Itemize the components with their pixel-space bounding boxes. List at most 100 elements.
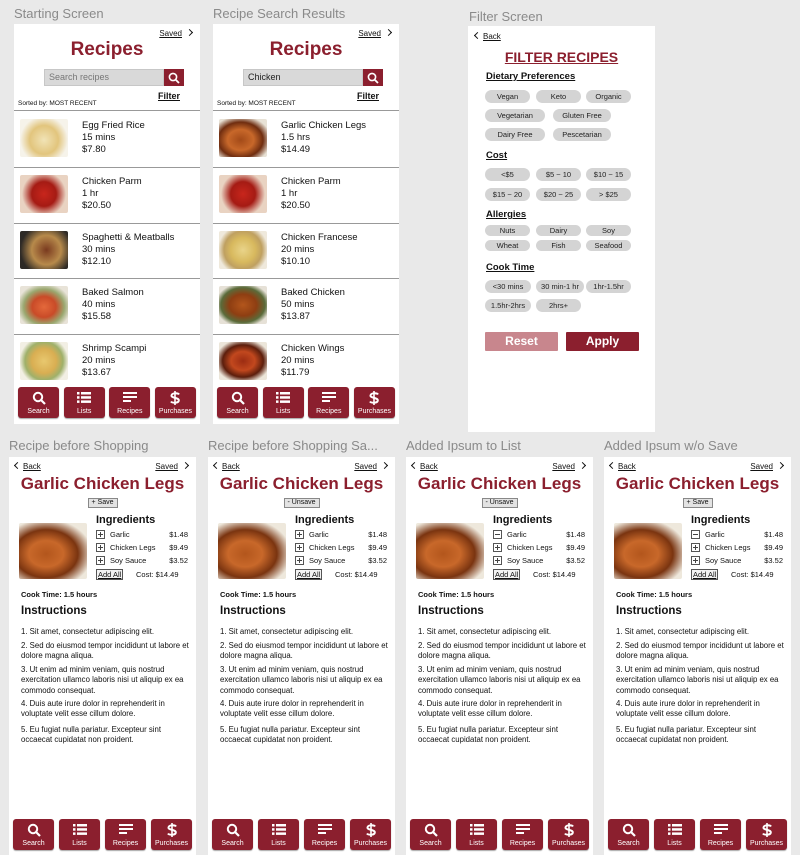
- filter-chip[interactable]: Vegan: [485, 90, 530, 103]
- unsave-button[interactable]: - Unsave: [283, 498, 320, 508]
- back-link[interactable]: Back: [13, 461, 41, 471]
- search-button[interactable]: [164, 69, 184, 86]
- filter-chip[interactable]: > $25: [586, 188, 631, 201]
- filter-chip[interactable]: Fish: [536, 240, 581, 251]
- recipe-row[interactable]: Shrimp Scampi 20 mins $13.67: [14, 335, 200, 389]
- add-checkbox[interactable]: [96, 530, 105, 539]
- filter-chip[interactable]: Pescetarian: [553, 128, 611, 141]
- filter-chip[interactable]: $5 ~ 10: [536, 168, 581, 181]
- filter-chip[interactable]: Soy: [586, 225, 631, 236]
- add-checkbox[interactable]: [295, 556, 304, 565]
- filter-chip[interactable]: $20 ~ 25: [536, 188, 581, 201]
- add-checkbox[interactable]: [691, 556, 700, 565]
- instruction-step: 4. Duis aute irure dolor in reprehenderi…: [21, 699, 165, 719]
- add-all-button[interactable]: Add All: [493, 569, 521, 580]
- reset-button[interactable]: Reset: [485, 332, 558, 351]
- filter-chip[interactable]: 2hrs+: [536, 299, 581, 312]
- add-checkbox[interactable]: [295, 543, 304, 552]
- tab-recipes[interactable]: Recipes: [304, 819, 345, 850]
- tab-lists[interactable]: Lists: [654, 819, 695, 850]
- tab-search[interactable]: Search: [410, 819, 451, 850]
- back-link[interactable]: Back: [608, 461, 636, 471]
- add-checkbox[interactable]: [493, 543, 502, 552]
- add-checkbox[interactable]: [96, 543, 105, 552]
- search-button[interactable]: [363, 69, 383, 86]
- recipe-row[interactable]: Spaghetti & Meatballs 30 mins $12.10: [14, 224, 200, 278]
- tab-search[interactable]: Search: [608, 819, 649, 850]
- add-all-button[interactable]: Add All: [691, 569, 719, 580]
- tab-lists[interactable]: Lists: [59, 819, 100, 850]
- recipe-row[interactable]: Chicken Francese 20 mins $10.10: [213, 224, 399, 278]
- filter-chip[interactable]: <30 mins: [485, 280, 531, 293]
- tab-purchases[interactable]: Purchases: [548, 819, 589, 850]
- tab-recipes[interactable]: Recipes: [308, 387, 350, 418]
- recipe-row[interactable]: Baked Chicken 50 mins $13.87: [213, 279, 399, 333]
- filter-link[interactable]: Filter: [357, 91, 379, 101]
- filter-chip[interactable]: Seafood: [586, 240, 631, 251]
- tab-purchases[interactable]: Purchases: [353, 387, 395, 418]
- saved-link[interactable]: Saved: [155, 461, 190, 471]
- filter-chip[interactable]: $15 ~ 20: [485, 188, 530, 201]
- filter-chip[interactable]: $10 ~ 15: [586, 168, 631, 181]
- recipe-row[interactable]: Chicken Wings 20 mins $11.79: [213, 335, 399, 389]
- filter-chip[interactable]: Vegetarian: [485, 109, 545, 122]
- add-checkbox[interactable]: [493, 556, 502, 565]
- recipe-row[interactable]: Egg Fried Rice 15 mins $7.80: [14, 112, 200, 166]
- filter-chip[interactable]: Nuts: [485, 225, 530, 236]
- tab-lists[interactable]: Lists: [63, 387, 105, 418]
- recipe-row[interactable]: Garlic Chicken Legs 1.5 hrs $14.49: [213, 112, 399, 166]
- ingredient-price: $1.48: [169, 530, 188, 539]
- total-cost: Cost: $14.49: [335, 570, 378, 579]
- apply-button[interactable]: Apply: [566, 332, 639, 351]
- back-link[interactable]: Back: [473, 31, 501, 41]
- add-all-button[interactable]: Add All: [96, 569, 124, 580]
- tab-lists[interactable]: Lists: [262, 387, 304, 418]
- save-button[interactable]: + Save: [682, 498, 713, 508]
- tab-recipes[interactable]: Recipes: [700, 819, 741, 850]
- recipe-row[interactable]: Baked Salmon 40 mins $15.58: [14, 279, 200, 333]
- filter-chip[interactable]: 1.5hr-2hrs: [485, 299, 531, 312]
- saved-link[interactable]: Saved: [552, 461, 587, 471]
- saved-link[interactable]: Saved: [354, 461, 389, 471]
- back-link[interactable]: Back: [410, 461, 438, 471]
- tab-lists[interactable]: Lists: [258, 819, 299, 850]
- filter-chip[interactable]: 30 min-1 hr: [536, 280, 584, 293]
- filter-chip[interactable]: Gluten Free: [553, 109, 611, 122]
- tab-lists[interactable]: Lists: [456, 819, 497, 850]
- search-input[interactable]: Search recipes: [44, 69, 164, 86]
- tab-search[interactable]: Search: [18, 387, 59, 418]
- filter-link[interactable]: Filter: [158, 91, 180, 101]
- tab-recipes[interactable]: Recipes: [109, 387, 151, 418]
- filter-chip[interactable]: Organic: [586, 90, 631, 103]
- search-input[interactable]: Chicken: [243, 69, 363, 86]
- back-link[interactable]: Back: [212, 461, 240, 471]
- remove-checkbox[interactable]: [493, 530, 502, 539]
- add-checkbox[interactable]: [691, 543, 700, 552]
- add-checkbox[interactable]: [295, 530, 304, 539]
- add-checkbox[interactable]: [96, 556, 105, 565]
- filter-chip[interactable]: Dairy Free: [485, 128, 545, 141]
- recipe-row[interactable]: Chicken Parm 1 hr $20.50: [14, 168, 200, 222]
- saved-link[interactable]: Saved: [750, 461, 785, 471]
- tab-recipes[interactable]: Recipes: [502, 819, 543, 850]
- unsave-button[interactable]: - Unsave: [481, 498, 518, 508]
- filter-chip[interactable]: Keto: [536, 90, 581, 103]
- filter-chip[interactable]: <$5: [485, 168, 530, 181]
- tab-search[interactable]: Search: [217, 387, 258, 418]
- tab-purchases[interactable]: Purchases: [350, 819, 391, 850]
- saved-link[interactable]: Saved: [159, 28, 194, 38]
- tab-search[interactable]: Search: [212, 819, 253, 850]
- filter-chip[interactable]: 1hr-1.5hr: [586, 280, 631, 293]
- tab-purchases[interactable]: Purchases: [746, 819, 787, 850]
- tab-purchases[interactable]: Purchases: [154, 387, 196, 418]
- tab-recipes[interactable]: Recipes: [105, 819, 146, 850]
- add-all-button[interactable]: Add All: [295, 569, 323, 580]
- tab-purchases[interactable]: Purchases: [151, 819, 192, 850]
- filter-chip[interactable]: Dairy: [536, 225, 581, 236]
- filter-chip[interactable]: Wheat: [485, 240, 530, 251]
- save-button[interactable]: + Save: [87, 498, 118, 508]
- remove-checkbox[interactable]: [691, 530, 700, 539]
- saved-link[interactable]: Saved: [358, 28, 393, 38]
- recipe-row[interactable]: Chicken Parm 1 hr $20.50: [213, 168, 399, 222]
- tab-search[interactable]: Search: [13, 819, 54, 850]
